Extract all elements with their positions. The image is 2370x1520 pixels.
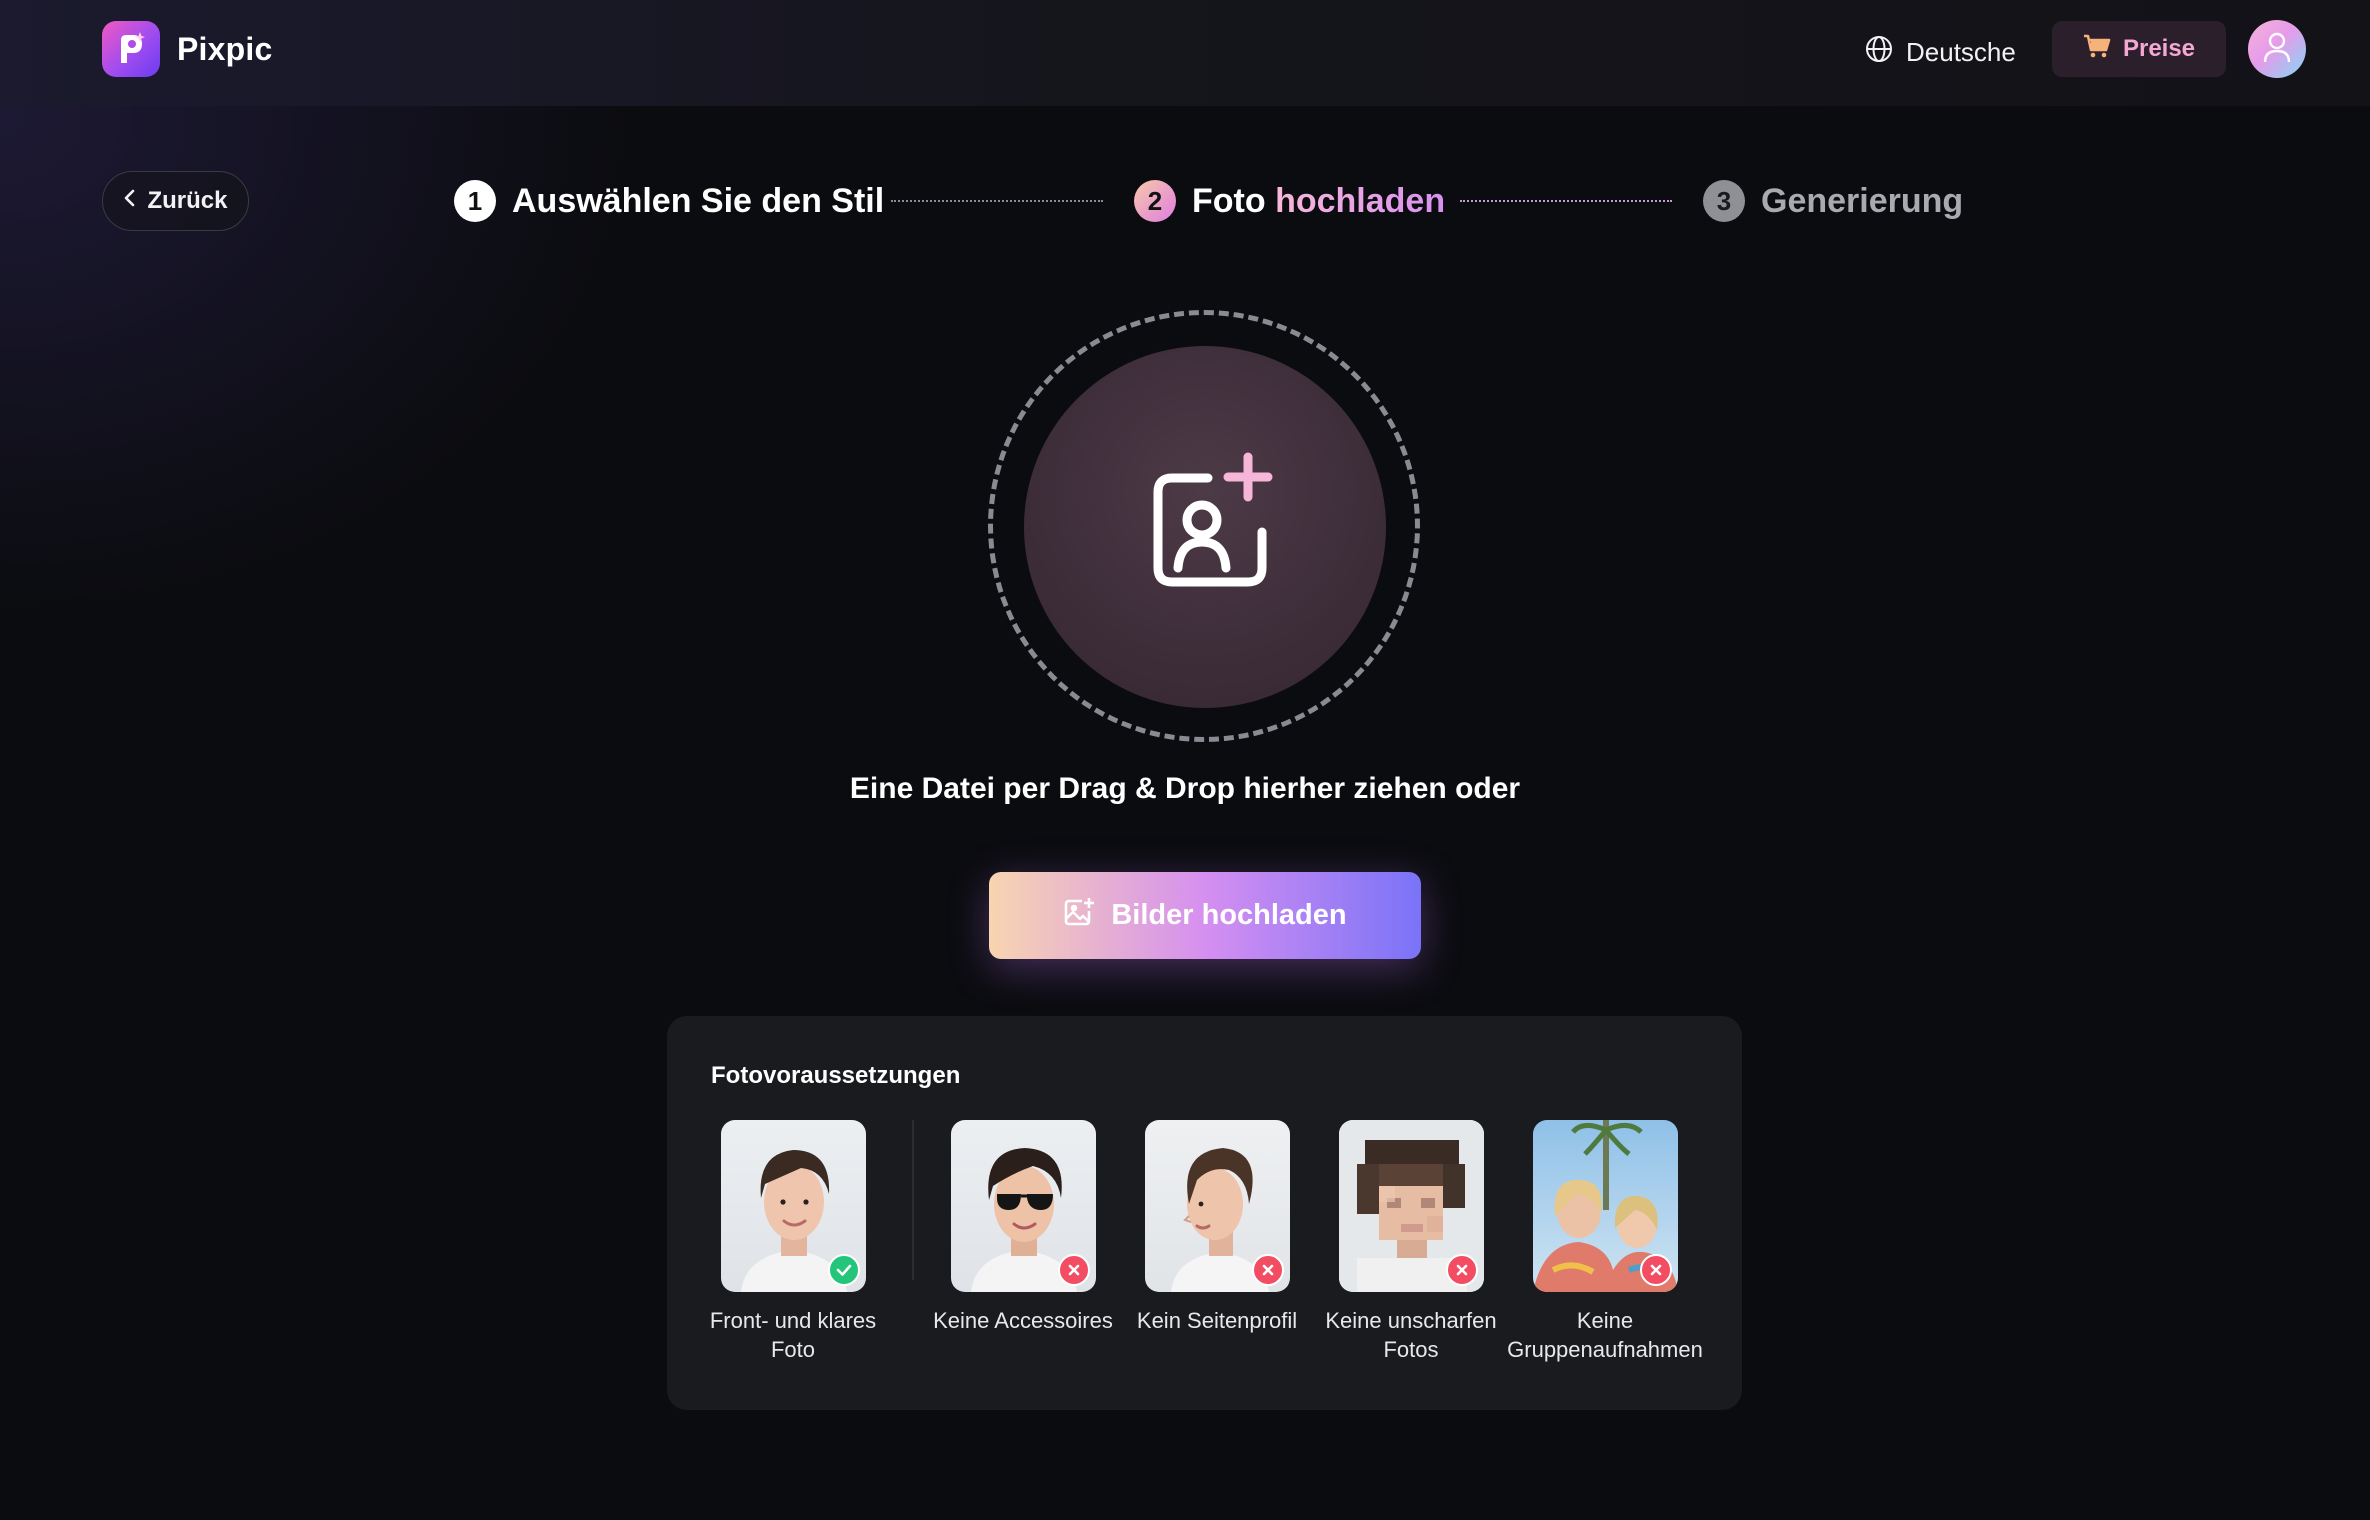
step-number: 1 xyxy=(454,180,496,222)
step-number: 2 xyxy=(1134,180,1176,222)
cart-icon xyxy=(2083,33,2111,66)
step-connector xyxy=(1460,200,1672,202)
example-photo xyxy=(950,1120,1096,1292)
add-image-icon xyxy=(1063,897,1095,935)
close-icon xyxy=(1251,1254,1284,1286)
requirements-title: Fotovoraussetzungen xyxy=(711,1062,961,1089)
close-icon xyxy=(1445,1254,1478,1286)
step-label: Generierung xyxy=(1761,181,1964,220)
top-bar: Pixpic Deutsche Preise xyxy=(0,0,2370,106)
requirement-label: Keine Gruppenaufnahmen xyxy=(1507,1308,1703,1362)
example-photo xyxy=(1144,1120,1290,1292)
check-icon xyxy=(827,1254,860,1286)
step-label: Auswählen Sie den Stil xyxy=(512,181,885,220)
upload-dropzone-center[interactable] xyxy=(1024,346,1386,708)
step-upload-photo: 2 Foto hochladen xyxy=(1134,178,1445,224)
step-select-style: 1 Auswählen Sie den Stil xyxy=(454,178,884,224)
pricing-label: Preise xyxy=(2122,35,2196,62)
requirement-item-no-blurry: Keine unscharfen Fotos xyxy=(1311,1120,1511,1364)
requirement-item-no-group: Keine Gruppenaufnahmen xyxy=(1505,1120,1705,1364)
user-avatar[interactable] xyxy=(2248,20,2306,78)
requirement-item-front-clear: Front- und klares Foto xyxy=(693,1120,893,1364)
example-photo xyxy=(1532,1120,1678,1292)
back-button[interactable]: Zurück xyxy=(102,171,249,231)
upload-images-button[interactable]: Bilder hochladen xyxy=(989,872,1421,959)
globe-icon xyxy=(1864,34,1894,71)
add-person-photo-icon xyxy=(1130,450,1280,605)
chevron-left-icon xyxy=(123,187,137,215)
example-photo xyxy=(720,1120,866,1292)
requirement-item-no-side-profile: Kein Seitenprofil xyxy=(1117,1120,1317,1335)
step-label-plain: Foto xyxy=(1192,181,1266,220)
app-name: Pixpic xyxy=(177,30,273,67)
step-connector xyxy=(891,200,1103,202)
language-selector[interactable]: Deutsche xyxy=(1864,30,2016,74)
user-icon xyxy=(2261,30,2293,69)
back-label: Zurück xyxy=(147,187,228,214)
pixpic-logo-icon xyxy=(102,21,160,77)
requirement-label: Front- und klares Foto xyxy=(709,1308,877,1362)
pricing-button[interactable]: Preise xyxy=(2052,21,2226,77)
step-label-highlight: hochladen xyxy=(1275,181,1446,220)
example-photo xyxy=(1338,1120,1484,1292)
close-icon xyxy=(1057,1254,1090,1286)
requirement-label: Keine unscharfen Fotos xyxy=(1325,1308,1497,1362)
upload-button-label: Bilder hochladen xyxy=(1111,899,1347,931)
requirement-item-no-accessories: Keine Accessoires xyxy=(923,1120,1123,1335)
divider xyxy=(912,1120,914,1280)
language-label: Deutsche xyxy=(1906,36,2016,67)
requirement-label: Kein Seitenprofil xyxy=(1136,1308,1298,1333)
close-icon xyxy=(1639,1254,1672,1286)
step-label: Foto hochladen xyxy=(1192,182,1445,221)
photo-requirements-card: Fotovoraussetzungen Front- und klares Fo… xyxy=(667,1016,1742,1410)
drop-instruction: Eine Datei per Drag & Drop hierher ziehe… xyxy=(849,772,1521,805)
requirement-label: Keine Accessoires xyxy=(933,1308,1113,1333)
step-generation: 3 Generierung xyxy=(1703,178,1963,224)
app-logo[interactable]: Pixpic xyxy=(102,21,272,77)
step-number: 3 xyxy=(1703,180,1745,222)
